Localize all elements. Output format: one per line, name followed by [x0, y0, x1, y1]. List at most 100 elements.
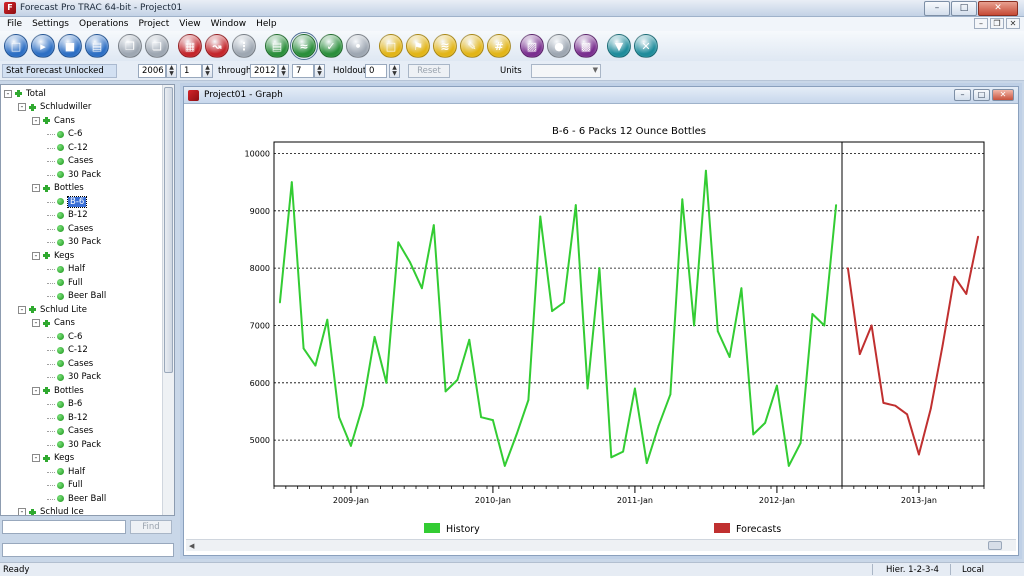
toolbar-purple-2-button[interactable]: ●: [547, 34, 571, 58]
toolbar-tools-button[interactable]: ⋮: [232, 34, 256, 58]
tree-item[interactable]: Full: [57, 479, 83, 492]
tree-item[interactable]: Schlud Lite: [29, 303, 87, 316]
graph-minimize-button[interactable]: –: [954, 89, 971, 101]
tree-item[interactable]: Schludwiller: [29, 101, 91, 114]
tree-item[interactable]: Bottles: [43, 384, 84, 397]
tree-item[interactable]: Beer Ball: [57, 290, 106, 303]
tree-item[interactable]: Cases: [57, 155, 93, 168]
tree-collapse-toggle[interactable]: -: [18, 508, 26, 515]
tree-item[interactable]: Cans: [43, 317, 75, 330]
toolbar-paw-button[interactable]: •: [346, 34, 370, 58]
scroll-left-icon[interactable]: ◀: [189, 542, 194, 550]
toolbar-yellow-edit-button[interactable]: ✎: [460, 34, 484, 58]
menu-file[interactable]: File: [2, 17, 27, 31]
menu-operations[interactable]: Operations: [74, 17, 133, 31]
tree-item[interactable]: C-12: [57, 141, 88, 154]
tree-item[interactable]: Cases: [57, 357, 93, 370]
tree-collapse-toggle[interactable]: -: [32, 251, 40, 260]
toolbar-report-green-button[interactable]: ▤: [265, 34, 289, 58]
find-input[interactable]: [2, 520, 126, 534]
tree-collapse-toggle[interactable]: -: [4, 89, 12, 98]
toolbar-yellow-hash-button[interactable]: #: [487, 34, 511, 58]
tree-item[interactable]: Beer Ball: [57, 492, 106, 505]
tree-item[interactable]: B-6: [57, 398, 82, 411]
toolbar-teal-filter-button[interactable]: ▼: [607, 34, 631, 58]
start-period-spinner[interactable]: ▲ ▼: [202, 64, 213, 78]
holdout-field[interactable]: 0: [365, 64, 387, 78]
tree-item[interactable]: Full: [57, 276, 83, 289]
tree-item[interactable]: 30 Pack: [57, 236, 101, 249]
end-period-field[interactable]: 7: [292, 64, 314, 78]
tree-collapse-toggle[interactable]: -: [32, 184, 40, 192]
toolbar-forecast-green-button[interactable]: ✓: [319, 34, 343, 58]
mdi-close-button[interactable]: ✕: [1006, 18, 1020, 29]
tree-item[interactable]: B-12: [57, 209, 88, 222]
menu-help[interactable]: Help: [251, 17, 282, 31]
graph-horizontal-scrollbar[interactable]: ◀: [186, 539, 1016, 551]
menu-project[interactable]: Project: [133, 17, 174, 31]
start-period-field[interactable]: 1: [180, 64, 202, 78]
tree-item[interactable]: Cases: [57, 222, 93, 235]
toolbar-yellow-chart-button[interactable]: ≋: [433, 34, 457, 58]
menu-settings[interactable]: Settings: [27, 17, 74, 31]
end-year-field[interactable]: 2012: [250, 64, 278, 78]
maximize-button[interactable]: □: [951, 1, 977, 16]
menu-window[interactable]: Window: [206, 17, 252, 31]
menu-view[interactable]: View: [174, 17, 205, 31]
toolbar-chart-red-button[interactable]: ↝: [205, 34, 229, 58]
tree-collapse-toggle[interactable]: -: [32, 454, 40, 462]
toolbar-graph-green-button[interactable]: ≈: [290, 32, 318, 60]
mdi-restore-button[interactable]: ❐: [990, 18, 1004, 29]
graph-maximize-button[interactable]: □: [973, 89, 990, 101]
holdout-spinner[interactable]: ▲ ▼: [389, 64, 400, 78]
toolbar-purple-3-button[interactable]: ▩: [574, 34, 598, 58]
tree-item[interactable]: Schlud Ice: [29, 506, 84, 515]
tree-item[interactable]: 30 Pack: [57, 438, 101, 451]
graph-scrollbar-thumb[interactable]: [988, 541, 1002, 550]
close-button[interactable]: ✕: [978, 1, 1018, 16]
tree-item[interactable]: Half: [57, 263, 85, 276]
graph-close-button[interactable]: ✕: [992, 89, 1014, 101]
tree-collapse-toggle[interactable]: -: [18, 305, 26, 314]
tree-scrollbar-thumb[interactable]: [164, 87, 173, 373]
tree-collapse-toggle[interactable]: -: [32, 116, 40, 125]
tree-item[interactable]: Cans: [43, 114, 75, 127]
tree-collapse-toggle[interactable]: -: [32, 386, 40, 395]
start-year-field[interactable]: 2006: [138, 64, 166, 78]
tree-item[interactable]: 30 Pack: [57, 168, 101, 181]
toolbar-teal-tools-button[interactable]: ✕: [634, 34, 658, 58]
tree-item[interactable]: Bottles: [43, 182, 84, 195]
tree-item[interactable]: 30 Pack: [57, 371, 101, 384]
toolbar-data-button[interactable]: ▦: [178, 34, 202, 58]
toolbar-purple-1-button[interactable]: ▨: [520, 34, 544, 58]
units-select[interactable]: ▼: [531, 64, 601, 78]
tree-item[interactable]: Total: [15, 87, 46, 100]
toolbar-yellow-doc-button[interactable]: □: [379, 34, 403, 58]
toolbar-yellow-flag-button[interactable]: ⚑: [406, 34, 430, 58]
minimize-button[interactable]: –: [924, 1, 950, 16]
tree-collapse-toggle[interactable]: -: [32, 319, 40, 327]
mdi-minimize-button[interactable]: –: [974, 18, 988, 29]
tree-collapse-toggle[interactable]: -: [18, 103, 26, 111]
tree-item[interactable]: Kegs: [43, 249, 74, 262]
reset-button[interactable]: Reset: [408, 64, 450, 78]
tree-item[interactable]: C-12: [57, 344, 88, 357]
toolbar-save-button[interactable]: ■: [58, 34, 82, 58]
tree-item[interactable]: Half: [57, 465, 85, 478]
toolbar-open-folder-button[interactable]: ▸: [31, 34, 55, 58]
end-period-spinner[interactable]: ▲ ▼: [314, 64, 325, 78]
toolbar-print-button[interactable]: ▤: [85, 34, 109, 58]
tree-item[interactable]: Cases: [57, 425, 93, 438]
tree-item[interactable]: C-6: [57, 128, 82, 141]
tree-scrollbar[interactable]: [162, 85, 174, 515]
start-year-spinner[interactable]: ▲ ▼: [166, 64, 177, 78]
tree-item[interactable]: C-6: [57, 330, 82, 343]
toolbar-paste-button[interactable]: ❏: [145, 34, 169, 58]
end-year-spinner[interactable]: ▲ ▼: [278, 64, 289, 78]
toolbar-copy-button[interactable]: ❐: [118, 34, 142, 58]
tree-item[interactable]: B-12: [57, 411, 88, 424]
find-button[interactable]: Find: [130, 520, 172, 534]
tree-item[interactable]: Kegs: [43, 452, 74, 465]
tree-item[interactable]: B-6: [57, 195, 88, 208]
toolbar-new-file-button[interactable]: □: [4, 34, 28, 58]
